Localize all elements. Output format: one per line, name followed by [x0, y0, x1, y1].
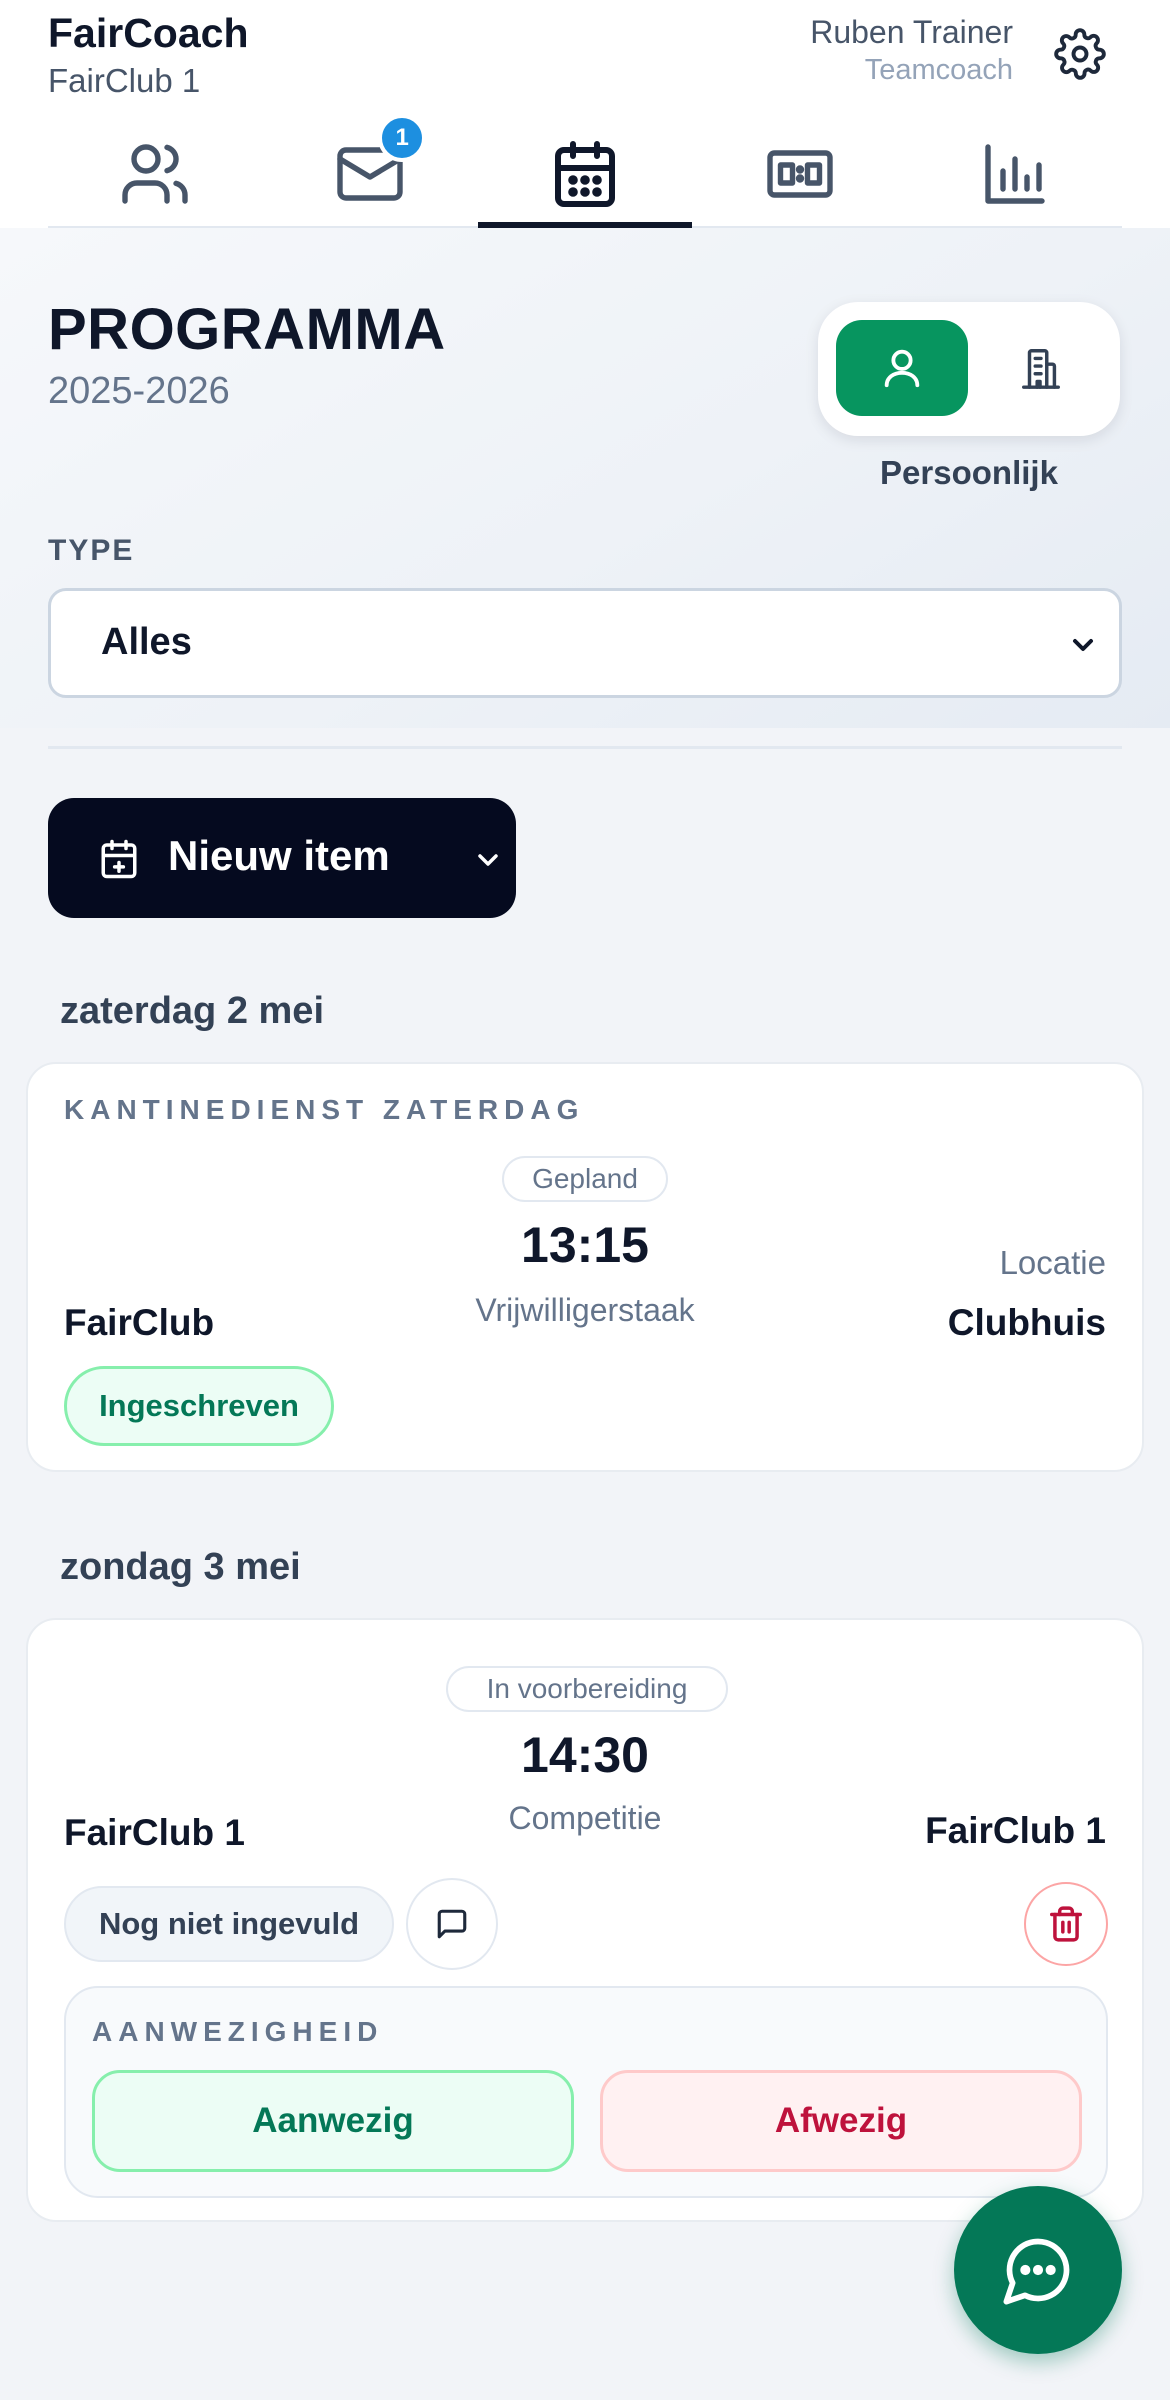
present-button[interactable]: Aanwezig — [92, 2070, 574, 2172]
location-label: Locatie — [999, 1244, 1106, 1281]
toggle-club-button[interactable] — [980, 320, 1102, 416]
new-item-button[interactable]: Nieuw item — [48, 798, 516, 918]
chat-bubble-icon — [1003, 2238, 1070, 2305]
settings-button[interactable] — [1050, 24, 1110, 84]
view-toggle-label: Persoonlijk — [880, 454, 1058, 491]
attendance-label: AANWEZIGHEID — [92, 2016, 384, 2047]
away-team: FairClub 1 — [925, 1810, 1106, 1851]
tab-messages[interactable]: 1 — [263, 114, 478, 226]
event-status-badge: In voorbereiding — [446, 1666, 728, 1712]
building-icon — [1022, 349, 1060, 389]
signup-status-badge: Ingeschreven — [64, 1366, 334, 1446]
season-label: 2025-2026 — [48, 370, 230, 412]
delete-button[interactable] — [1024, 1882, 1108, 1966]
event-card[interactable]: In voorbereiding 14:30 Competitie FairCl… — [26, 1618, 1144, 2222]
event-team: FairClub — [64, 1302, 215, 1343]
event-time: 14:30 — [521, 1727, 649, 1783]
day-heading: zaterdag 2 mei — [60, 990, 324, 1032]
tab-team[interactable] — [48, 122, 263, 226]
event-time: 13:15 — [521, 1217, 649, 1273]
home-team: FairClub 1 — [64, 1812, 245, 1853]
event-location: Clubhuis — [947, 1302, 1106, 1343]
attendance-panel: AANWEZIGHEID Aanwezig Afwezig — [64, 1986, 1108, 2198]
page-title: PROGRAMMA — [48, 297, 446, 362]
tab-stats[interactable] — [907, 122, 1122, 226]
new-item-label: Nieuw item — [168, 832, 390, 879]
toggle-personal-button[interactable] — [836, 320, 968, 416]
event-type: Vrijwilligerstaak — [475, 1292, 695, 1328]
calendar-icon — [554, 141, 615, 207]
type-filter-label: TYPE — [48, 534, 135, 567]
chevron-down-icon — [1073, 639, 1093, 651]
event-type: Competitie — [508, 1800, 662, 1836]
unread-badge: 1 — [378, 114, 427, 162]
trash-icon — [1050, 1906, 1082, 1942]
tab-calendar[interactable] — [477, 122, 693, 228]
event-status-badge: Gepland — [502, 1156, 668, 1202]
tab-matches[interactable] — [692, 122, 907, 226]
scoreboard-icon — [767, 150, 833, 198]
fill-status-badge: Nog niet ingevuld — [64, 1886, 394, 1962]
gear-icon — [1054, 28, 1106, 80]
absent-button[interactable]: Afwezig — [600, 2070, 1082, 2172]
user-name: Ruben Trainer — [810, 14, 1013, 50]
app-title: FairCoach — [48, 10, 249, 56]
view-toggle — [818, 302, 1120, 436]
message-square-icon — [437, 1909, 467, 1939]
divider — [48, 746, 1122, 749]
type-filter-select[interactable]: Alles — [48, 588, 1122, 698]
comment-button[interactable] — [406, 1878, 498, 1970]
type-filter-value: Alles — [101, 621, 192, 663]
main-tabs: 1 — [48, 114, 1122, 228]
users-icon — [122, 144, 189, 204]
chevron-down-icon — [478, 854, 498, 866]
app-header: FairCoach FairClub 1 Ruben Trainer Teamc… — [0, 0, 1170, 228]
chat-fab-button[interactable] — [954, 2186, 1122, 2354]
day-heading: zondag 3 mei — [60, 1546, 301, 1588]
calendar-plus-icon — [101, 839, 137, 879]
user-role: Teamcoach — [864, 54, 1013, 86]
bar-chart-icon — [984, 144, 1045, 204]
user-icon — [884, 349, 920, 388]
event-category: KANTINEDIENST ZATERDAG — [64, 1094, 585, 1125]
event-card[interactable]: KANTINEDIENST ZATERDAG Gepland 13:15 Vri… — [26, 1062, 1144, 1472]
team-name: FairClub 1 — [48, 62, 201, 99]
